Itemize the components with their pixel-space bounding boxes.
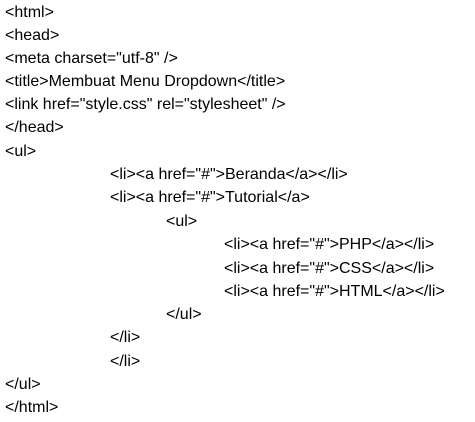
code-line-link: <link href="style.css" rel="stylesheet" … bbox=[5, 96, 286, 113]
code-line-meta: <meta charset="utf-8" /> bbox=[5, 50, 178, 67]
code-line-li-beranda: <li><a href="#">Beranda</a></li> bbox=[110, 166, 348, 183]
code-line-li-css: <li><a href="#">CSS</a></li> bbox=[224, 260, 435, 277]
code-document: <html> <head> <meta charset="utf-8" /> <… bbox=[0, 0, 475, 422]
code-line-sub-ul-open: <ul> bbox=[166, 213, 198, 230]
code-line-li-php: <li><a href="#">PHP</a></li> bbox=[224, 236, 435, 253]
code-line-head-close: </head> bbox=[5, 119, 64, 136]
code-line-li-close-2: </li> bbox=[110, 353, 141, 370]
code-line-head-open: <head> bbox=[5, 27, 60, 44]
code-line-ul-close: </ul> bbox=[5, 376, 41, 393]
code-line-sub-ul-close: </ul> bbox=[166, 306, 202, 323]
code-line-html-open: <html> bbox=[5, 4, 54, 21]
code-line-li-close-1: </li> bbox=[110, 329, 141, 346]
code-line-li-html: <li><a href="#">HTML</a></li> bbox=[224, 283, 445, 300]
code-line-html-close: </html> bbox=[5, 399, 59, 416]
code-line-li-tutorial: <li><a href="#">Tutorial</a> bbox=[110, 189, 310, 206]
code-line-title: <title>Membuat Menu Dropdown</title> bbox=[5, 73, 286, 90]
code-line-ul-open: <ul> bbox=[5, 143, 37, 160]
